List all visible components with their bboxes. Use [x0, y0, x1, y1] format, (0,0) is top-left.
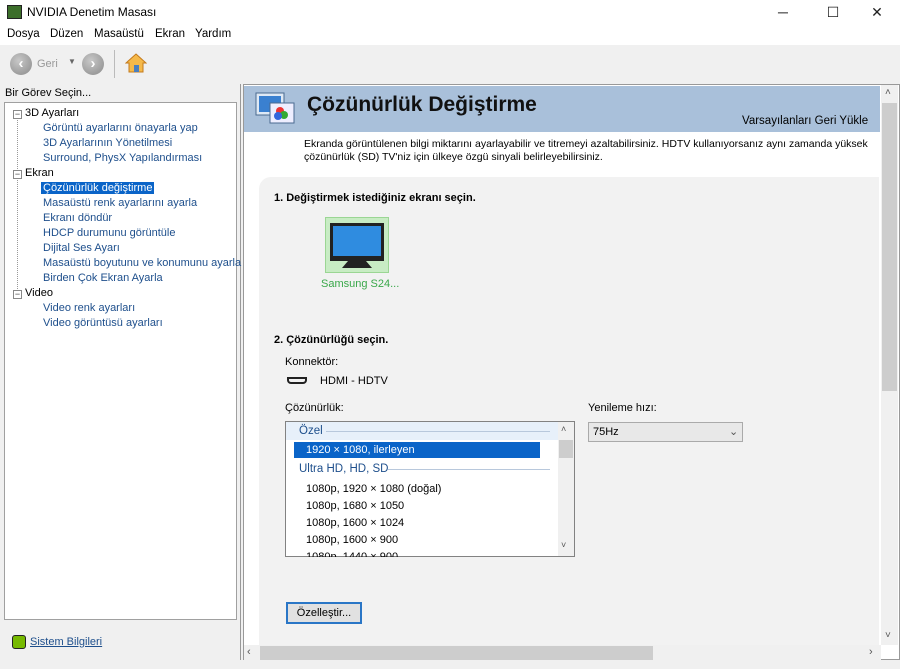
collapse-icon[interactable]: − — [13, 110, 22, 119]
title-bar: NVIDIA Denetim Masası ─ ☐ ✕ — [0, 0, 900, 25]
menu-yardim[interactable]: Yardım — [195, 28, 231, 40]
group-divider — [326, 431, 550, 432]
page-description: Ekranda görüntülenen bilgi miktarını aya… — [304, 138, 868, 163]
home-icon[interactable] — [124, 52, 148, 74]
refresh-rate-label: Yenileme hızı: — [588, 402, 657, 414]
tree-item[interactable]: Ekranı döndür — [43, 212, 112, 224]
task-tree[interactable]: − 3D Ayarları Görüntü ayarlarını önayarl… — [4, 102, 241, 620]
tree-item[interactable]: Görüntü ayarlarını önayarla yap — [43, 122, 198, 134]
scroll-down-icon[interactable]: ˅ — [561, 540, 566, 550]
task-panel: Bir Görev Seçin... − 3D Ayarları Görüntü… — [0, 84, 241, 660]
customize-button[interactable]: Özelleştir... — [286, 602, 362, 624]
resolution-option[interactable]: 1080p, 1600 × 1024 — [306, 517, 404, 529]
monitor-icon — [330, 223, 384, 268]
resolution-label: Çözünürlük: — [285, 402, 344, 414]
hdmi-icon — [287, 377, 307, 384]
resolution-option[interactable]: 1080p, 1920 × 1080 (doğal) — [306, 483, 441, 495]
window-title: NVIDIA Denetim Masası — [27, 5, 157, 19]
scroll-thumb[interactable] — [882, 103, 897, 391]
tree-line — [17, 113, 18, 293]
tree-item[interactable]: HDCP durumunu görüntüle — [43, 227, 175, 239]
display-select-item[interactable] — [325, 217, 389, 273]
group-header-standard: Ultra HD, HD, SD — [299, 463, 389, 475]
restore-defaults-link[interactable]: Varsayılanları Geri Yükle — [742, 115, 868, 127]
toolbar-separator — [114, 50, 115, 78]
tree-item[interactable]: Dijital Ses Ayarı — [43, 242, 120, 254]
tree-item[interactable]: Masaüstü renk ayarlarını ayarla — [43, 197, 197, 209]
minimize-button[interactable]: ─ — [760, 0, 806, 25]
scroll-up-icon[interactable]: ˄ — [561, 424, 566, 434]
display-name[interactable]: Samsung S24... — [321, 278, 399, 290]
tree-group-3d[interactable]: 3D Ayarları — [25, 107, 79, 119]
vertical-scrollbar[interactable]: ˄ ˅ — [881, 85, 898, 645]
refresh-rate-value: 75Hz — [593, 426, 619, 438]
resolution-option-selected[interactable]: 1920 × 1080, ilerleyen — [306, 444, 415, 456]
task-panel-heading: Bir Görev Seçin... — [5, 87, 92, 99]
group-divider — [388, 469, 550, 470]
nvidia-app-icon — [7, 5, 22, 19]
settings-section: 1. Değiştirmek istediğiniz ekranı seçin.… — [259, 177, 879, 647]
scroll-left-icon[interactable]: ‹ — [247, 646, 251, 658]
resolution-option[interactable]: 1080p, 1440 × 900 — [306, 551, 398, 557]
content-panel: Çözünürlük Değiştirme Varsayılanları Ger… — [243, 84, 900, 661]
back-arrow-icon[interactable]: ‹ — [10, 53, 32, 75]
scroll-thumb[interactable] — [260, 646, 653, 660]
tree-item[interactable]: Birden Çok Ekran Ayarla — [43, 272, 163, 284]
menu-ekran[interactable]: Ekran — [155, 28, 185, 40]
back-label[interactable]: Geri — [37, 58, 58, 70]
scroll-thumb[interactable] — [559, 440, 573, 458]
collapse-icon[interactable]: − — [13, 290, 22, 299]
close-button[interactable]: ✕ — [854, 0, 900, 25]
display-settings-icon — [254, 91, 296, 127]
tree-item[interactable]: Surround, PhysX Yapılandırması — [43, 152, 202, 164]
menu-masaustu[interactable]: Masaüstü — [94, 28, 144, 40]
system-info-icon — [12, 635, 26, 649]
menu-duzen[interactable]: Düzen — [50, 28, 83, 40]
resolution-option[interactable]: 1080p, 1600 × 900 — [306, 534, 398, 546]
tree-group-ekran[interactable]: Ekran — [25, 167, 54, 179]
step1-heading: 1. Değiştirmek istediğiniz ekranı seçin. — [274, 192, 476, 204]
tree-item[interactable]: 3D Ayarlarının Yönetilmesi — [43, 137, 172, 149]
group-header-custom: Özel — [299, 425, 323, 437]
scroll-up-icon[interactable]: ˄ — [885, 87, 891, 98]
forward-arrow-icon[interactable]: › — [82, 53, 104, 75]
tree-item[interactable]: Video renk ayarları — [43, 302, 135, 314]
resolution-option[interactable]: 1080p, 1680 × 1050 — [306, 500, 404, 512]
horizontal-scrollbar[interactable]: ‹ › — [244, 645, 881, 661]
refresh-rate-dropdown[interactable]: 75Hz ⌄ — [588, 422, 743, 442]
system-info-link[interactable]: Sistem Bilgileri — [30, 636, 102, 648]
collapse-icon[interactable]: − — [13, 170, 22, 179]
maximize-button[interactable]: ☐ — [810, 0, 856, 25]
menu-dosya[interactable]: Dosya — [7, 28, 40, 40]
scroll-down-icon[interactable]: ˅ — [885, 630, 891, 641]
page-title: Çözünürlük Değiştirme — [307, 93, 537, 116]
back-history-dropdown-icon[interactable]: ▼ — [68, 57, 76, 66]
tree-item[interactable]: Video görüntüsü ayarları — [43, 317, 163, 329]
tree-group-video[interactable]: Video — [25, 287, 53, 299]
tree-item[interactable]: Masaüstü boyutunu ve konumunu ayarla — [43, 257, 241, 269]
toolbar: ‹ Geri ▼ › — [0, 46, 900, 82]
resolution-listbox[interactable]: Özel 1920 × 1080, ilerleyen Ultra HD, HD… — [285, 421, 575, 557]
connector-label: Konnektör: — [285, 356, 339, 368]
tree-item-selected[interactable]: Çözünürlük değiştirme — [41, 182, 155, 194]
menu-bar: Dosya Düzen Masaüstü Ekran Yardım — [0, 25, 900, 45]
listbox-scrollbar[interactable]: ˄ ˅ — [558, 422, 574, 556]
page-header: Çözünürlük Değiştirme Varsayılanları Ger… — [244, 86, 880, 132]
chevron-down-icon: ⌄ — [729, 426, 739, 438]
scroll-right-icon[interactable]: › — [869, 646, 873, 658]
step2-heading: 2. Çözünürlüğü seçin. — [274, 334, 389, 346]
connector-value: HDMI - HDTV — [320, 375, 388, 387]
